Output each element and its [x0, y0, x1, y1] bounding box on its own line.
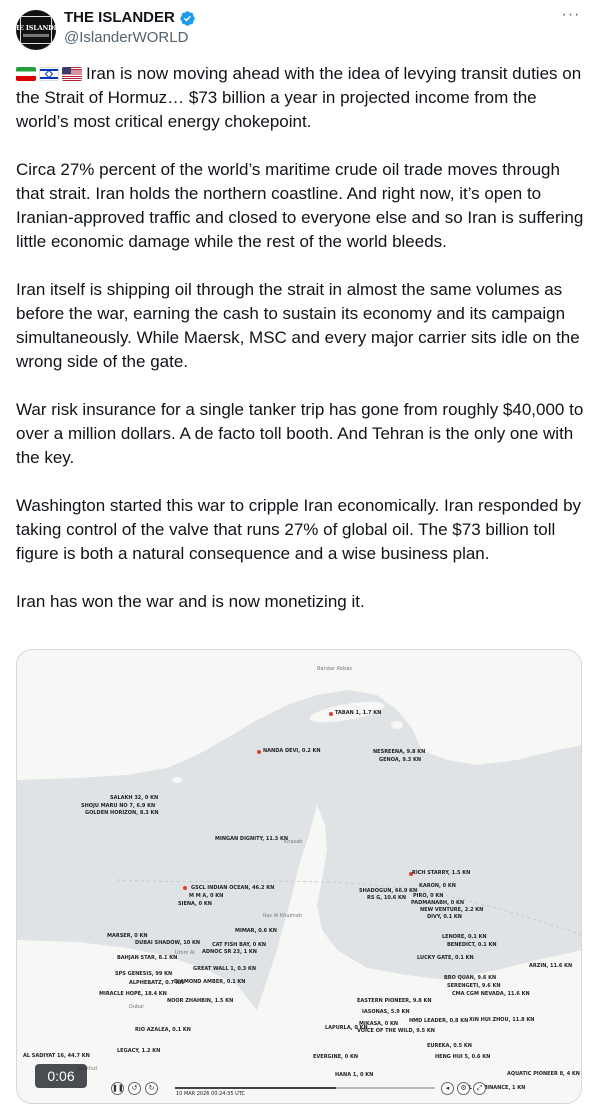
iran-flag-icon	[16, 67, 36, 81]
tweet-paragraph-4: War risk insurance for a single tanker t…	[16, 400, 584, 467]
ship-label: BAHJAN STAR, 8.1 KN	[117, 955, 178, 961]
ship-label: KARON, 0 KN	[419, 883, 456, 889]
tweet-paragraph-6: Iran has won the war and is now monetizi…	[16, 592, 365, 611]
ship-label: VOICE OF THE WILD, 9.5 KN	[357, 1028, 435, 1034]
ship-label: PADMANABH, 0 KN	[411, 900, 465, 906]
verified-badge-icon	[180, 10, 195, 26]
ship-label: LUCKY GATE, 0.1 KN	[417, 955, 474, 961]
ship-label: BRO QUAN, 9.6 KN	[444, 975, 497, 981]
tweet-header: THE ISLANDER THE ISLANDER @IslanderWORLD…	[16, 7, 583, 50]
ship-label: GENOA, 9.3 KN	[379, 757, 422, 763]
ship-label: BENEDICT, 0.1 KN	[447, 942, 497, 948]
video-progress	[175, 1087, 337, 1089]
map-label-bandar-abbas: Bandar Abbas	[317, 666, 352, 672]
ship-label: NESREENA, 9.8 KN	[373, 749, 426, 755]
ship-label: EVERGINE, 0 KN	[313, 1054, 359, 1060]
ship-label: M M A, 0 KN	[189, 893, 224, 899]
ship-label: AL SADIYAT 16, 44.7 KN	[23, 1053, 90, 1059]
ship-label: HENG HUI 5, 0.6 KN	[435, 1054, 491, 1060]
video-scrubber[interactable]	[175, 1087, 435, 1089]
tweet-paragraph-1: Iran is now moving ahead with the idea o…	[16, 62, 586, 134]
ship-label: MIRACLE HOPE, 18.4 KN	[99, 991, 167, 997]
ship-label: NANDA DEVI, 0.2 KN	[263, 748, 321, 754]
larak-island	[391, 721, 403, 729]
ship-label: EASTERN PIONEER, 9.8 KN	[357, 998, 432, 1004]
ship-label: SHADOGUN, 66.9 KN	[359, 888, 418, 894]
ship-label: MARSER, 0 KN	[107, 933, 148, 939]
tweet-paragraph-3: Iran itself is shipping oil through the …	[16, 280, 580, 371]
more-options-button[interactable]: ···	[559, 7, 583, 28]
ship-label: MINGAN DIGNITY, 11.3 KN	[215, 836, 289, 842]
author-names: THE ISLANDER @IslanderWORLD	[64, 8, 196, 48]
ship-label: MIKASA, 0 KN	[359, 1021, 399, 1027]
ship-label: TABAN 1, 1.7 KN	[335, 710, 382, 716]
author-handle[interactable]: @IslanderWORLD	[64, 28, 196, 48]
ship-label: HANA 1, 0 KN	[335, 1072, 374, 1078]
forward-icon[interactable]: ↻	[145, 1082, 158, 1095]
ship-label: NEW VENTURE, 2.2 KN	[420, 907, 484, 913]
author-display-name-row[interactable]: THE ISLANDER	[64, 8, 196, 28]
ship-label: GOLDEN HORIZON, 8.3 KN	[85, 810, 159, 816]
tweet-paragraph-5: Washington started this war to cripple I…	[16, 496, 582, 563]
ship-label: RIO AZALEA, 0.1 KN	[135, 1027, 191, 1033]
tweet-paragraph-2: Circa 27% percent of the world’s maritim…	[16, 160, 584, 251]
volume-icon[interactable]: ◂	[441, 1082, 454, 1095]
ship-label: NOOR ZHAHBIN, 1.5 KN	[167, 998, 234, 1004]
ship-label: SPS GENESIS, 99 KN	[115, 971, 173, 977]
ship-label: MIMAR, 0.6 KN	[235, 928, 277, 934]
ship-label: IASONAS, 5.9 KN	[362, 1009, 410, 1015]
video-datestamp: 10 MAR 2026 00:24:35 UTC	[176, 1091, 246, 1097]
usa-flag-icon	[62, 67, 82, 81]
ship-label: AQUATIC PIONEER 8, 4 KN	[507, 1071, 580, 1077]
map-label-umm-al: Umm Al	[175, 950, 195, 956]
avatar[interactable]: THE ISLANDER	[16, 10, 56, 50]
avatar-logo-text: THE ISLANDER	[16, 23, 56, 32]
ship-label: PIRO, 0 KN	[413, 893, 444, 899]
ship-label: RICH STARRY, 1.5 KN	[412, 870, 471, 876]
ship-label: DUBAI SHADOW, 10 KN	[135, 940, 201, 946]
ship-label: XIN HUI ZHOU, 11.8 KN	[469, 1017, 535, 1023]
avatar-logo-bar	[23, 33, 49, 37]
strait-of-hormuz-map	[17, 650, 581, 1103]
author-display-name[interactable]: THE ISLANDER	[64, 8, 175, 28]
video-timer: 0:06	[35, 1064, 87, 1088]
video-controls: ❚❚ ↺ ↻ 10 MAR 2026 00:24:35 UTC ◂ ⚙ ⤢	[111, 1080, 541, 1100]
ship-label: GSCL INDIAN OCEAN, 46.2 KN	[191, 885, 275, 891]
tweet-text: Iran is now moving ahead with the idea o…	[16, 62, 586, 638]
ship-label: ADNOC SR 23, 1 KN	[202, 949, 257, 955]
pause-icon[interactable]: ❚❚	[111, 1082, 124, 1095]
ship-label: CAT FISH BAY, 0 KN	[212, 942, 267, 948]
ship-label: RS G, 10.6 KN	[367, 895, 407, 901]
ship-label: LENORE, 0.1 KN	[442, 934, 487, 940]
video-player[interactable]: Bandar Abbas Khasab Ras Al Khaimah Dubai…	[16, 649, 582, 1104]
ship-label: GREAT WALL 1, 0.3 KN	[193, 966, 257, 972]
settings-gear-icon[interactable]: ⚙	[457, 1082, 470, 1095]
ship-label: CMA CGM NEVADA, 11.6 KN	[452, 991, 530, 997]
ship-label: DIAMOND AMBER, 0.1 KN	[174, 979, 246, 985]
map-label-ras-al-khaimah: Ras Al Khaimah	[263, 913, 303, 919]
ship-label: DIVY, 0.1 KN	[427, 914, 462, 920]
ship-label: HMD LEADER, 0.8 KN	[409, 1018, 469, 1024]
ship-label: EUREKA, 0.5 KN	[427, 1043, 472, 1049]
tweet-paragraph-1-text: Iran is now moving ahead with the idea o…	[16, 64, 582, 131]
avatar-logo: THE ISLANDER	[16, 16, 56, 44]
flag-emojis	[16, 67, 82, 81]
small-island	[172, 777, 182, 783]
ship-label: SALAKH 32, 0 KN	[110, 795, 159, 801]
ship-label: ARZIN, 11.6 KN	[529, 963, 573, 969]
ship-label: SIENA, 0 KN	[178, 901, 212, 907]
ship-label: LEGACY, 1.2 KN	[117, 1048, 161, 1054]
fullscreen-icon[interactable]: ⤢	[473, 1082, 486, 1095]
israel-flag-icon	[39, 67, 59, 81]
ship-label: SERENGETI, 9.6 KN	[447, 983, 501, 989]
ship-label: SHOJU MARU NO 7, 6.9 KN	[81, 803, 156, 809]
map-label-dubai: Dubai	[129, 1004, 144, 1010]
rewind-icon[interactable]: ↺	[128, 1082, 141, 1095]
